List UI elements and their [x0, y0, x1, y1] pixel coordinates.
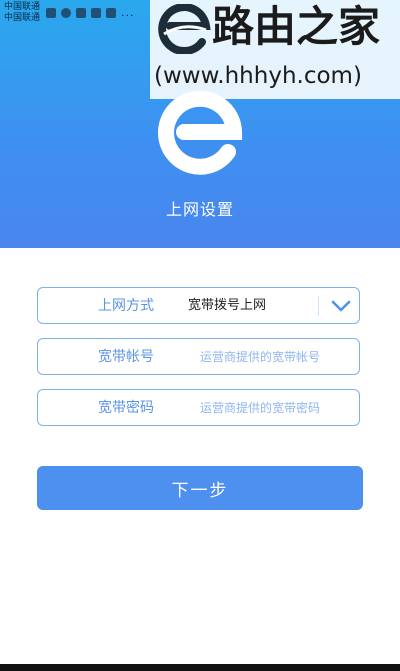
chevron-down-icon[interactable] [330, 297, 352, 315]
connection-type-select[interactable]: 上网方式 宽带拨号上网 [37, 287, 360, 324]
watermark-title: 路由之家 [212, 2, 381, 51]
broadband-account-label: 宽带帐号 [98, 349, 154, 365]
broadband-password-label: 宽带密码 [98, 400, 154, 416]
watermark: 路由之家 (www.hhhyh.com) [150, 0, 400, 99]
broadband-account-field[interactable]: 宽带帐号 运营商提供的宽带帐号 [37, 338, 360, 375]
e-logo-icon [158, 90, 243, 175]
watermark-logo-icon [158, 4, 211, 54]
status-icons: ... [46, 6, 135, 19]
broadband-account-input[interactable]: 运营商提供的宽带帐号 [200, 339, 320, 375]
lock-icon [106, 7, 116, 18]
page-title: 上网设置 [165, 200, 234, 219]
more-notifications-icon: ... [121, 6, 135, 19]
connection-type-label: 上网方式 [98, 298, 154, 314]
next-step-button[interactable]: 下一步 [37, 466, 363, 510]
broadband-password-input[interactable]: 运营商提供的宽带密码 [200, 390, 320, 426]
select-divider [318, 296, 319, 316]
heart-icon [76, 7, 86, 18]
connection-type-value: 宽带拨号上网 [188, 298, 267, 313]
carrier-label-2: 中国联通 [4, 13, 41, 23]
carrier-label-1: 中国联通 [4, 2, 41, 12]
app-icon [61, 7, 71, 18]
camera-icon [91, 7, 101, 18]
broadband-password-field[interactable]: 宽带密码 运营商提供的宽带密码 [37, 389, 360, 426]
watermark-url: (www.hhhyh.com) [154, 63, 362, 89]
bottom-bar [0, 664, 400, 671]
notification-icon [46, 7, 56, 18]
